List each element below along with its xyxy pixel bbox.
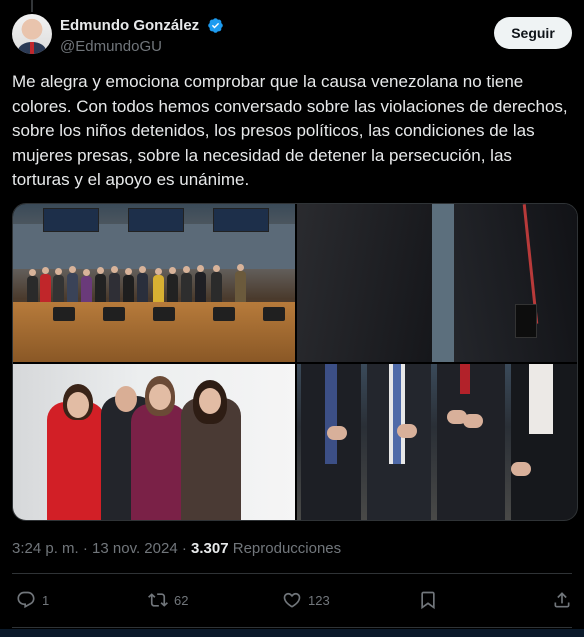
bookmark-icon	[421, 591, 435, 610]
reply-button[interactable]: 1	[16, 582, 49, 618]
media-grid[interactable]	[12, 203, 578, 521]
author-info: Edmundo González @EdmundoGU	[60, 17, 224, 55]
tweet-time[interactable]: 3:24 p. m.	[12, 540, 79, 557]
meta-separator: ·	[181, 540, 187, 557]
action-bar: 1 62 123	[12, 582, 572, 618]
retweet-icon	[148, 593, 168, 607]
meta-separator: ·	[82, 540, 88, 557]
reply-icon	[17, 591, 35, 609]
thread-connector-line	[31, 0, 33, 12]
tweet-meta: 3:24 p. m. · 13 nov. 2024 · 3.307 Reprod…	[12, 540, 341, 557]
divider	[12, 627, 572, 628]
retweet-button[interactable]: 62	[148, 582, 188, 618]
views-label: Reproducciones	[232, 540, 342, 557]
like-button[interactable]: 123	[282, 582, 330, 618]
avatar[interactable]	[12, 14, 52, 54]
next-item-edge	[0, 629, 584, 637]
media-photo-hands[interactable]	[297, 364, 577, 520]
tweet-text: Me alegra y emociona comprobar que la ca…	[12, 72, 568, 189]
bookmark-button[interactable]	[418, 582, 438, 618]
reply-count: 1	[42, 592, 50, 608]
media-photo-conference-room[interactable]	[13, 204, 295, 362]
follow-button[interactable]: Seguir	[494, 17, 572, 49]
divider	[12, 573, 572, 574]
media-photo-suits-closeup[interactable]	[297, 204, 577, 362]
like-count: 123	[308, 592, 330, 608]
retweet-count: 62	[174, 592, 189, 608]
author-handle[interactable]: @EdmundoGU	[60, 38, 224, 55]
heart-icon	[283, 592, 301, 608]
media-photo-group-portrait[interactable]	[13, 364, 295, 520]
share-button[interactable]	[552, 582, 572, 618]
verified-badge-icon	[207, 18, 223, 34]
share-icon	[554, 592, 570, 608]
author-display-name[interactable]: Edmundo González	[60, 17, 199, 34]
tweet-date[interactable]: 13 nov. 2024	[92, 540, 178, 557]
tweet-header: Edmundo González @EdmundoGU Seguir	[12, 14, 572, 58]
views-count: 3.307	[191, 540, 229, 557]
